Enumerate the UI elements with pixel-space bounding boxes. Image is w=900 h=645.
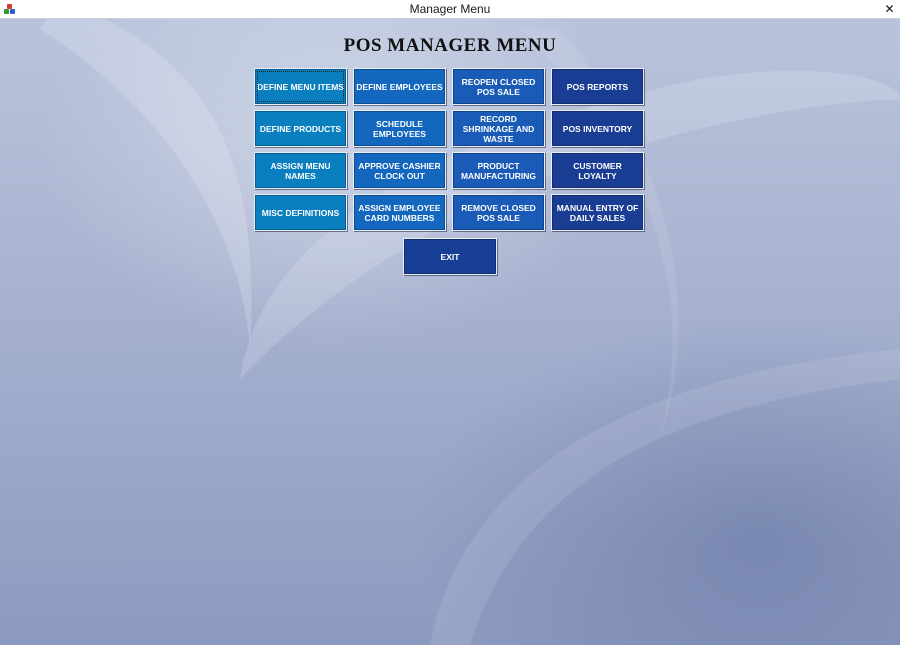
exit-button[interactable]: EXIT bbox=[403, 238, 497, 275]
menu-button-grid: DEFINE MENU ITEMS DEFINE EMPLOYEES REOPE… bbox=[254, 68, 644, 231]
approve-cashier-clock-out-button[interactable]: APPROVE CASHIER CLOCK OUT bbox=[353, 152, 446, 189]
define-products-button[interactable]: DEFINE PRODUCTS bbox=[254, 110, 347, 147]
schedule-employees-button[interactable]: SCHEDULE EMPLOYEES bbox=[353, 110, 446, 147]
misc-definitions-button[interactable]: MISC DEFINITIONS bbox=[254, 194, 347, 231]
pos-reports-button[interactable]: POS REPORTS bbox=[551, 68, 644, 105]
page-title: POS MANAGER MENU bbox=[343, 35, 557, 56]
background: POS MANAGER MENU DEFINE MENU ITEMS DEFIN… bbox=[0, 19, 900, 645]
define-employees-button[interactable]: DEFINE EMPLOYEES bbox=[353, 68, 446, 105]
window-title: Manager Menu bbox=[409, 2, 491, 16]
pos-inventory-button[interactable]: POS INVENTORY bbox=[551, 110, 644, 147]
customer-loyalty-button[interactable]: CUSTOMER LOYALTY bbox=[551, 152, 644, 189]
assign-menu-names-button[interactable]: ASSIGN MENU NAMES bbox=[254, 152, 347, 189]
remove-closed-pos-sale-button[interactable]: REMOVE CLOSED POS SALE bbox=[452, 194, 545, 231]
manual-entry-of-daily-sales-button[interactable]: MANUAL ENTRY OF DAILY SALES bbox=[551, 194, 644, 231]
product-manufacturing-button[interactable]: PRODUCT MANUFACTURING bbox=[452, 152, 545, 189]
define-menu-items-button[interactable]: DEFINE MENU ITEMS bbox=[254, 68, 347, 105]
close-icon[interactable]: ✕ bbox=[883, 3, 896, 16]
record-shrinkage-and-waste-button[interactable]: RECORD SHRINKAGE AND WASTE bbox=[452, 110, 545, 147]
title-bar: Manager Menu ✕ bbox=[0, 0, 900, 19]
assign-employee-card-numbers-button[interactable]: ASSIGN EMPLOYEE CARD NUMBERS bbox=[353, 194, 446, 231]
reopen-closed-pos-sale-button[interactable]: REOPEN CLOSED POS SALE bbox=[452, 68, 545, 105]
